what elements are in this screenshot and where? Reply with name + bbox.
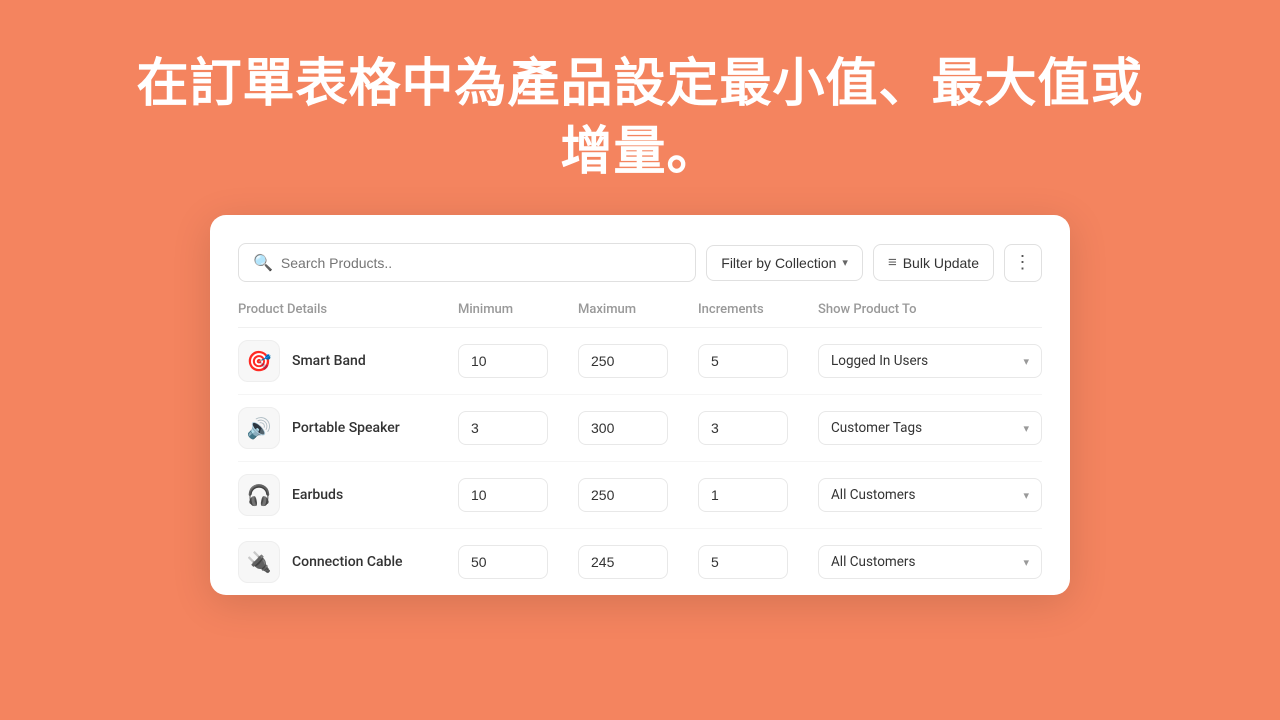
show-to-cell-earbuds: All Customers ▾ [818, 478, 1042, 512]
header-increments: Increments [698, 302, 818, 317]
inc-cell-portable-speaker [698, 411, 818, 445]
product-cell-portable-speaker: 🔊 Portable Speaker [238, 407, 458, 449]
product-emoji-connection-cable: 🔌 [247, 550, 272, 574]
product-name-connection-cable: Connection Cable [292, 554, 403, 570]
table-row: 🔊 Portable Speaker Customer Tags ▾ [238, 395, 1042, 462]
show-to-dropdown-smart-band[interactable]: Logged In Users ▾ [818, 344, 1042, 378]
dropdown-chevron-connection-cable: ▾ [1023, 556, 1029, 569]
dropdown-chevron-earbuds: ▾ [1023, 489, 1029, 502]
product-emoji-earbuds: 🎧 [247, 483, 272, 507]
inc-input-connection-cable[interactable] [698, 545, 788, 579]
show-to-cell-smart-band: Logged In Users ▾ [818, 344, 1042, 378]
show-to-label-smart-band: Logged In Users [831, 353, 928, 369]
product-emoji-smart-band: 🎯 [247, 349, 272, 373]
inc-input-smart-band[interactable] [698, 344, 788, 378]
dropdown-chevron-smart-band: ▾ [1023, 355, 1029, 368]
more-options-button[interactable]: ⋮ [1004, 244, 1042, 282]
list-icon: ≡ [888, 254, 897, 271]
filter-by-collection-button[interactable]: Filter by Collection ▾ [706, 245, 863, 281]
bulk-update-button[interactable]: ≡ Bulk Update [873, 244, 994, 281]
search-input[interactable] [281, 255, 681, 271]
show-to-dropdown-connection-cable[interactable]: All Customers ▾ [818, 545, 1042, 579]
max-input-connection-cable[interactable] [578, 545, 668, 579]
header-minimum: Minimum [458, 302, 578, 317]
inc-cell-connection-cable [698, 545, 818, 579]
max-input-earbuds[interactable] [578, 478, 668, 512]
table-row: 🎧 Earbuds All Customers ▾ [238, 462, 1042, 529]
product-thumbnail-portable-speaker: 🔊 [238, 407, 280, 449]
product-thumbnail-connection-cable: 🔌 [238, 541, 280, 583]
header-product: Product Details [238, 302, 458, 317]
product-cell-connection-cable: 🔌 Connection Cable [238, 541, 458, 583]
product-emoji-portable-speaker: 🔊 [247, 416, 272, 440]
table-header: Product Details Minimum Maximum Incremen… [238, 302, 1042, 328]
page-title: 在訂單表格中為產品設定最小值、最大值或增量。 [0, 0, 1280, 215]
header-maximum: Maximum [578, 302, 698, 317]
dropdown-chevron-portable-speaker: ▾ [1023, 422, 1029, 435]
show-to-label-connection-cable: All Customers [831, 554, 915, 570]
show-to-dropdown-earbuds[interactable]: All Customers ▾ [818, 478, 1042, 512]
search-icon: 🔍 [253, 253, 273, 272]
toolbar: 🔍 Filter by Collection ▾ ≡ Bulk Update ⋮ [238, 243, 1042, 282]
max-cell-connection-cable [578, 545, 698, 579]
min-input-portable-speaker[interactable] [458, 411, 548, 445]
min-cell-smart-band [458, 344, 578, 378]
table-row: 🔌 Connection Cable All Customers ▾ [238, 529, 1042, 595]
inc-input-earbuds[interactable] [698, 478, 788, 512]
max-input-smart-band[interactable] [578, 344, 668, 378]
min-input-smart-band[interactable] [458, 344, 548, 378]
table-body: 🎯 Smart Band Logged In Users ▾ 🔊 Portabl… [238, 328, 1042, 595]
product-name-portable-speaker: Portable Speaker [292, 420, 400, 436]
inc-input-portable-speaker[interactable] [698, 411, 788, 445]
main-panel: 🔍 Filter by Collection ▾ ≡ Bulk Update ⋮… [210, 215, 1070, 595]
filter-label: Filter by Collection [721, 255, 836, 271]
max-cell-smart-band [578, 344, 698, 378]
show-to-label-earbuds: All Customers [831, 487, 915, 503]
more-icon: ⋮ [1014, 252, 1033, 273]
max-cell-earbuds [578, 478, 698, 512]
show-to-label-portable-speaker: Customer Tags [831, 420, 922, 436]
product-name-earbuds: Earbuds [292, 487, 343, 503]
show-to-dropdown-portable-speaker[interactable]: Customer Tags ▾ [818, 411, 1042, 445]
product-cell-earbuds: 🎧 Earbuds [238, 474, 458, 516]
inc-cell-smart-band [698, 344, 818, 378]
min-cell-earbuds [458, 478, 578, 512]
product-cell-smart-band: 🎯 Smart Band [238, 340, 458, 382]
min-input-connection-cable[interactable] [458, 545, 548, 579]
show-to-cell-connection-cable: All Customers ▾ [818, 545, 1042, 579]
show-to-cell-portable-speaker: Customer Tags ▾ [818, 411, 1042, 445]
max-input-portable-speaker[interactable] [578, 411, 668, 445]
min-cell-portable-speaker [458, 411, 578, 445]
bulk-label: Bulk Update [903, 255, 979, 271]
search-box: 🔍 [238, 243, 696, 282]
min-cell-connection-cable [458, 545, 578, 579]
product-thumbnail-earbuds: 🎧 [238, 474, 280, 516]
min-input-earbuds[interactable] [458, 478, 548, 512]
header-show-to: Show Product To [818, 302, 1042, 317]
max-cell-portable-speaker [578, 411, 698, 445]
product-name-smart-band: Smart Band [292, 353, 366, 369]
inc-cell-earbuds [698, 478, 818, 512]
chevron-down-icon: ▾ [842, 256, 848, 269]
table-row: 🎯 Smart Band Logged In Users ▾ [238, 328, 1042, 395]
product-thumbnail-smart-band: 🎯 [238, 340, 280, 382]
